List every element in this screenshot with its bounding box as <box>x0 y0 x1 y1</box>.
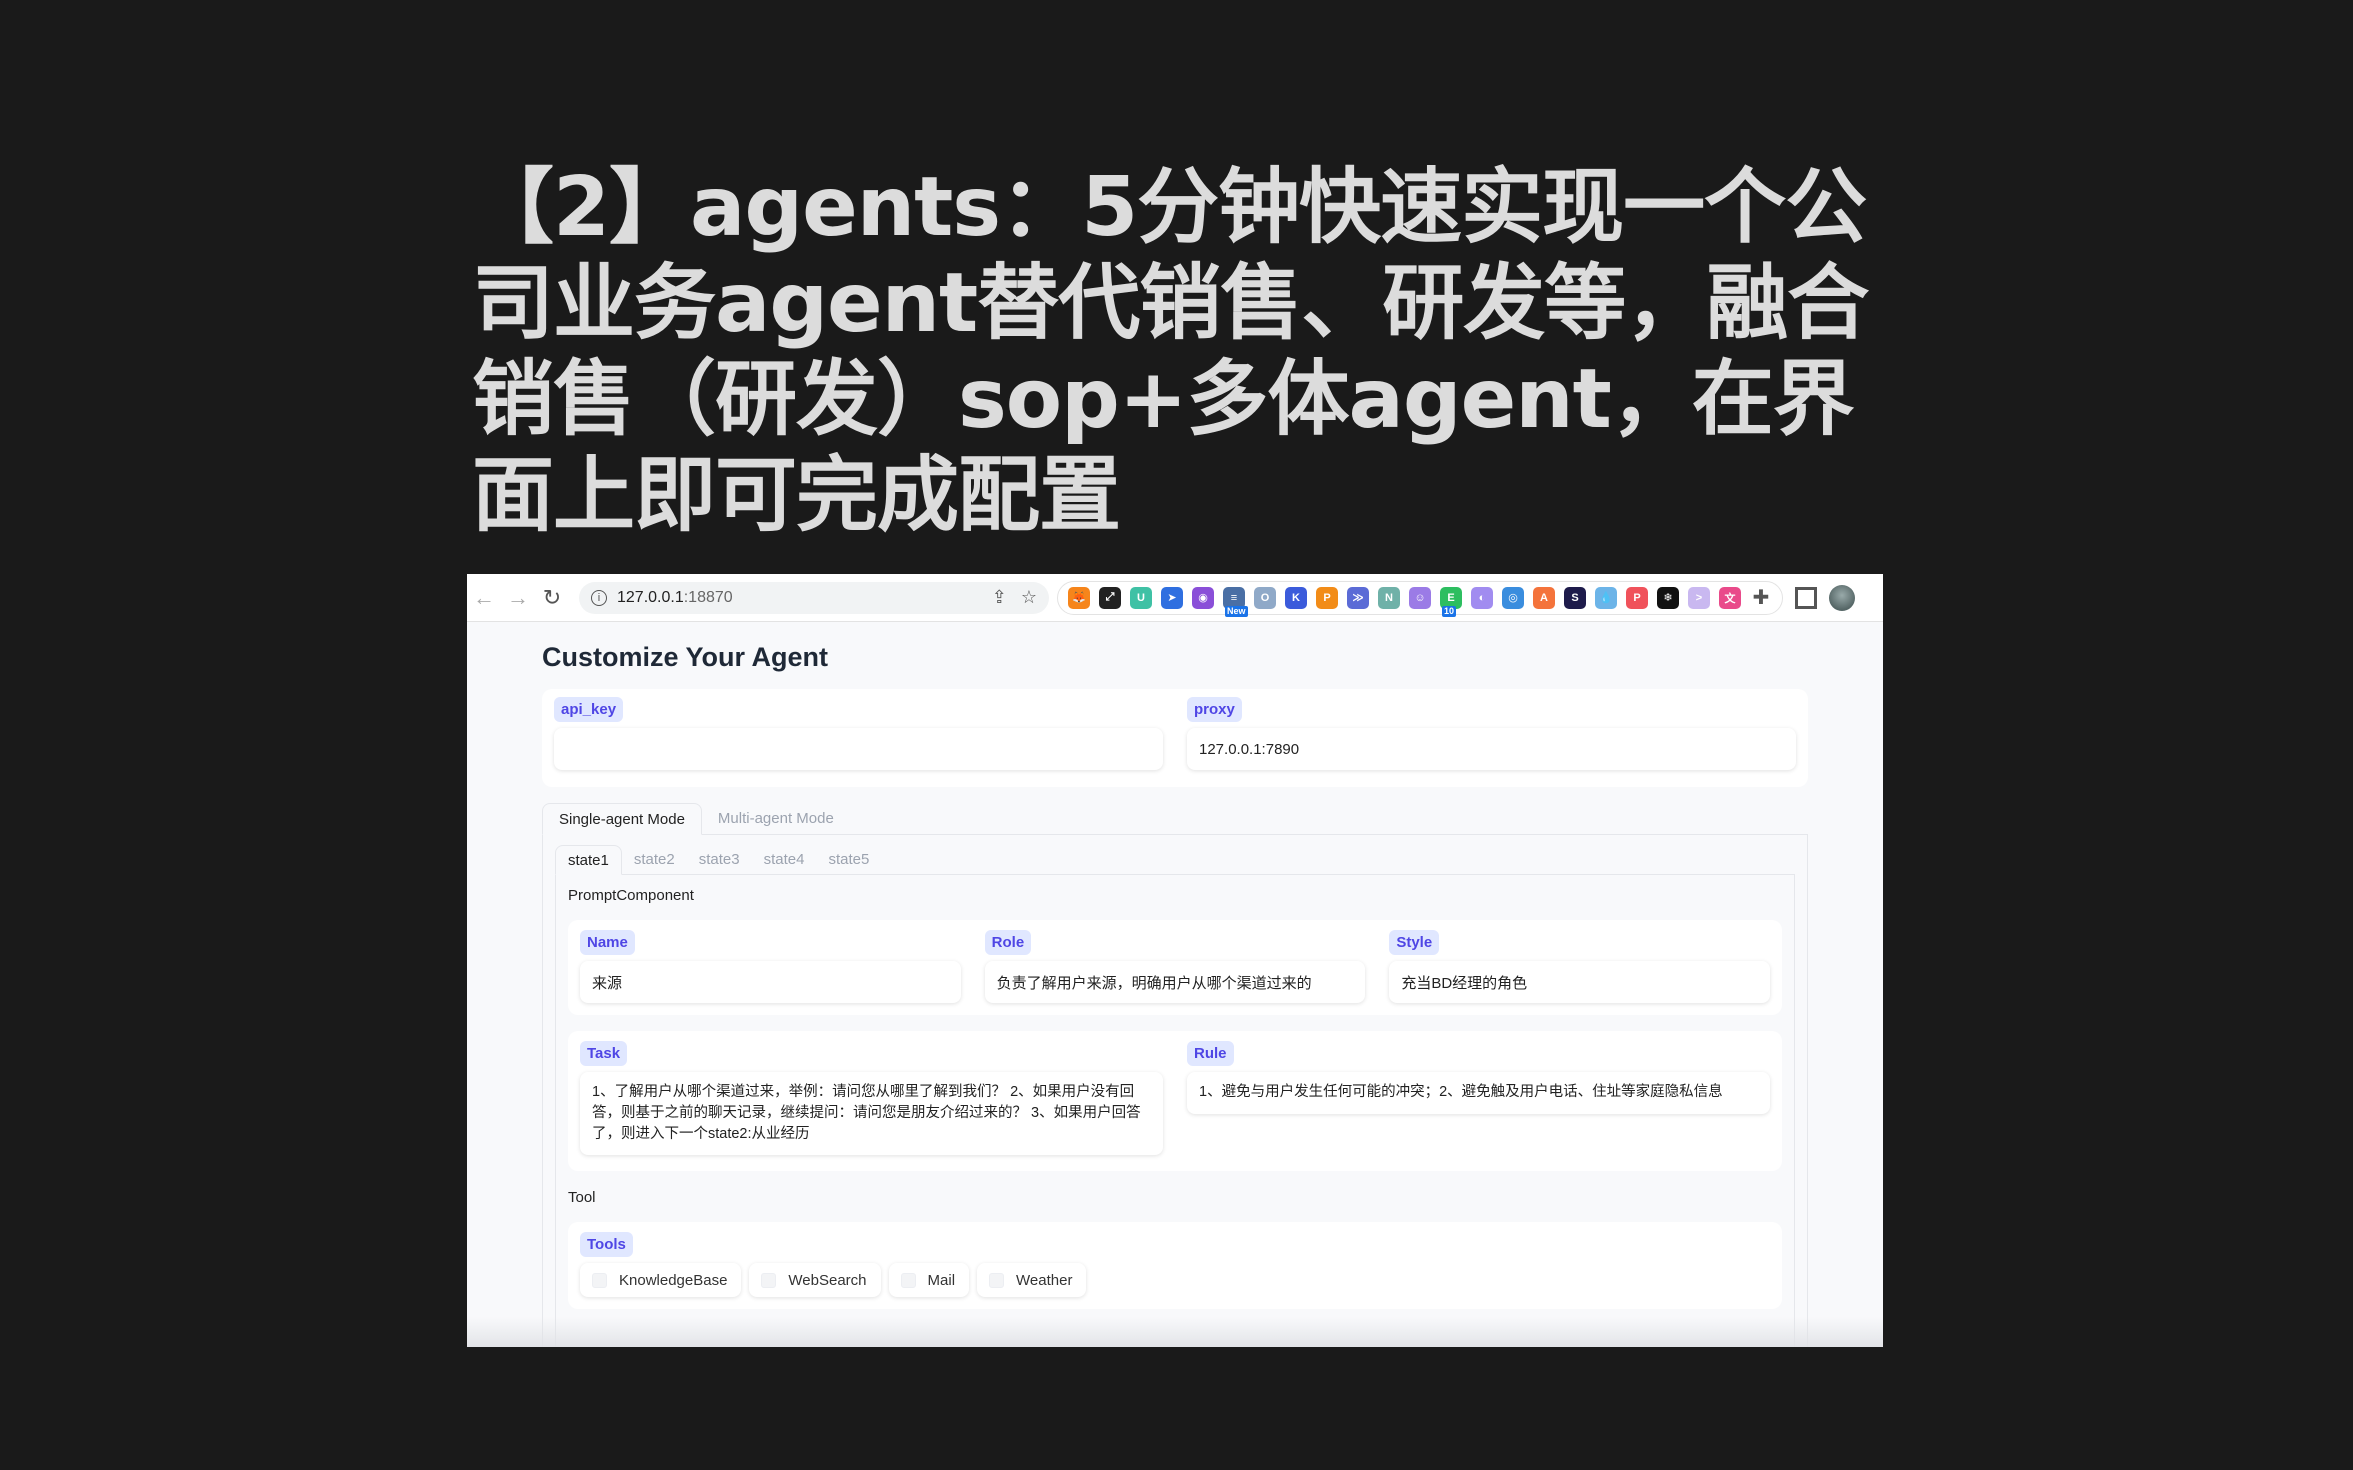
url-port: :18870 <box>683 588 733 606</box>
name-field: Name 来源 <box>580 930 961 1003</box>
single-agent-panel: state1 state2 state3 state4 state5 Promp… <box>542 835 1808 1347</box>
proxy-input[interactable]: 127.0.0.1:7890 <box>1187 728 1796 770</box>
role-field: Role 负责了解用户来源，明确用户从哪个渠道过来的 <box>984 930 1366 1003</box>
task-field: Task 1、了解用户从哪个渠道过来，举例：请问您从哪里了解到我们？ 2、如果用… <box>580 1041 1163 1159</box>
ext-snowflake-extension-icon[interactable]: ❄ <box>1657 586 1679 609</box>
tab-state3[interactable]: state3 <box>687 845 752 874</box>
tab-multi-agent-mode[interactable]: Multi-agent Mode <box>702 803 850 834</box>
role-label: Role <box>984 930 1032 955</box>
tool-option-weather[interactable]: Weather <box>977 1263 1087 1297</box>
mode-tabs: Single-agent Mode Multi-agent Mode <box>542 803 1808 835</box>
ext-new-extension-icon[interactable]: ≡ New <box>1223 586 1248 617</box>
ext-n-extension-icon[interactable]: N <box>1378 586 1400 609</box>
websearch-checkbox[interactable] <box>761 1272 777 1288</box>
ext-purple-face-extension-icon[interactable]: ☺ <box>1409 586 1431 609</box>
task-label: Task <box>580 1041 628 1066</box>
headline-title: 【2】agents：5分钟快速实现一个公司业务agent替代销售、研发等，融合销… <box>472 160 1869 543</box>
api-key-field: api_key <box>554 697 1163 779</box>
rule-textarea[interactable]: 1、避免与用户发生任何可能的冲突；2、避免触及用户电话、住址等家庭隐私信息 <box>1187 1072 1770 1114</box>
style-label: Style <box>1389 930 1440 955</box>
address-bar[interactable]: i 127.0.0.1:18870 ⇪ ☆ <box>579 581 1049 614</box>
style-field: Style 充当BD经理的角色 <box>1389 930 1771 1003</box>
task-rule-card: Task 1、了解用户从哪个渠道过来，举例：请问您从哪里了解到我们？ 2、如果用… <box>568 1031 1782 1171</box>
tool-option-websearch[interactable]: WebSearch <box>749 1263 881 1297</box>
translate-extension-icon[interactable]: 文 <box>1719 586 1741 609</box>
rule-label: Rule <box>1187 1041 1234 1066</box>
api-key-label: api_key <box>554 697 624 722</box>
tab-state1[interactable]: state1 <box>555 845 622 875</box>
metamask-extension-icon[interactable]: 🦊 <box>1068 586 1090 609</box>
ext-ghost-extension-icon[interactable]: ◐ <box>1471 586 1493 609</box>
weather-label: Weather <box>1016 1271 1073 1289</box>
state-tabs: state1 state2 state3 state4 state5 <box>555 845 1795 875</box>
tool-option-knowledgebase[interactable]: KnowledgeBase <box>580 1263 742 1297</box>
extensions-bar: 🦊 ⤢ U ➤ ◉ ≡ New O K P ≫ N ☺ E 10 ◐ ◎ A S 💧 P ❄ > 文 ✚ <box>1057 580 1783 617</box>
ext-dark-s-extension-icon[interactable]: S <box>1564 586 1586 609</box>
site-info-icon[interactable]: i <box>591 589 607 606</box>
browser-window: ← → ↻ i 127.0.0.1:18870 ⇪ ☆ 🦊 ⤢ U ➤ ◉ ≡ New O K P… <box>467 574 1883 1347</box>
side-panel-icon[interactable] <box>1795 586 1817 609</box>
profile-avatar[interactable] <box>1829 584 1855 611</box>
weather-checkbox[interactable] <box>989 1272 1005 1288</box>
api-key-input[interactable] <box>554 728 1163 770</box>
name-input[interactable]: 来源 <box>580 961 961 1003</box>
ext-drop-extension-icon[interactable]: 💧 <box>1595 586 1617 609</box>
forward-icon[interactable]: → <box>501 585 535 611</box>
ext-dark-1-extension-icon[interactable]: ⤢ <box>1099 586 1121 609</box>
knowledgebase-checkbox[interactable] <box>592 1272 607 1288</box>
rule-field: Rule 1、避免与用户发生任何可能的冲突；2、避免触及用户电话、住址等家庭隐私… <box>1187 1041 1770 1159</box>
ext-red-p-extension-icon[interactable]: P <box>1626 586 1648 609</box>
bottom-shadow <box>467 1317 1883 1347</box>
extension-badge: 10 <box>1442 605 1457 617</box>
bookmark-star-icon[interactable]: ☆ <box>1021 587 1037 608</box>
tab-state2[interactable]: state2 <box>622 845 687 874</box>
ext-face-extension-icon[interactable]: > <box>1688 586 1710 609</box>
mail-checkbox[interactable] <box>900 1272 916 1288</box>
tools-label: Tools <box>580 1232 633 1257</box>
ext-orange-p-extension-icon[interactable]: P <box>1316 586 1338 609</box>
ext-orange-a-extension-icon[interactable]: A <box>1533 586 1555 609</box>
reload-icon[interactable]: ↻ <box>535 585 569 611</box>
extensions-puzzle-icon[interactable]: ✚ <box>1750 587 1772 609</box>
prompt-basics-card: Name 来源 Role 负责了解用户来源，明确用户从哪个渠道过来的 Style… <box>568 920 1782 1015</box>
proxy-label: proxy <box>1187 697 1242 722</box>
name-label: Name <box>580 930 635 955</box>
proxy-field: proxy 127.0.0.1:7890 <box>1187 697 1796 779</box>
browser-toolbar: ← → ↻ i 127.0.0.1:18870 ⇪ ☆ 🦊 ⤢ U ➤ ◉ ≡ New O K P… <box>467 574 1883 622</box>
ext-chevrons-extension-icon[interactable]: ≫ <box>1347 586 1369 609</box>
tools-card: Tools KnowledgeBase WebSearch Mail Weath… <box>568 1222 1782 1309</box>
tool-option-mail[interactable]: Mail <box>888 1263 970 1297</box>
page-title: Customize Your Agent <box>542 642 829 672</box>
tools-checkbox-group: KnowledgeBase WebSearch Mail Weather <box>580 1263 1770 1297</box>
ext-rainbow-extension-icon[interactable]: ◉ <box>1192 586 1214 609</box>
tool-heading: Tool <box>568 1189 596 1206</box>
ext-blue-send-extension-icon[interactable]: ➤ <box>1161 586 1183 609</box>
prompt-component-heading: PromptComponent <box>568 887 694 904</box>
tab-single-agent-mode[interactable]: Single-agent Mode <box>542 803 702 835</box>
extension-badge: New <box>1225 605 1248 617</box>
evernote-extension-icon[interactable]: E 10 <box>1440 586 1462 617</box>
uno-extension-icon[interactable]: U <box>1130 586 1152 609</box>
task-textarea[interactable]: 1、了解用户从哪个渠道过来，举例：请问您从哪里了解到我们？ 2、如果用户没有回答… <box>580 1072 1163 1155</box>
back-icon[interactable]: ← <box>467 585 501 611</box>
websearch-label: WebSearch <box>788 1271 867 1289</box>
credentials-card: api_key proxy 127.0.0.1:7890 <box>542 689 1808 787</box>
mail-label: Mail <box>927 1271 956 1289</box>
ext-ring-extension-icon[interactable]: O <box>1254 586 1276 609</box>
share-icon[interactable]: ⇪ <box>992 587 1007 608</box>
knowledgebase-label: KnowledgeBase <box>619 1271 728 1289</box>
tab-state4[interactable]: state4 <box>752 845 817 874</box>
style-input[interactable]: 充当BD经理的角色 <box>1389 961 1771 1003</box>
kimi-extension-icon[interactable]: K <box>1285 586 1307 609</box>
state1-panel: PromptComponent Name 来源 Role 负责了解用户来源，明确… <box>555 875 1795 1347</box>
agent-config-page: Customize Your Agent api_key proxy 127.0… <box>467 622 1883 1347</box>
role-input[interactable]: 负责了解用户来源，明确用户从哪个渠道过来的 <box>984 961 1366 1003</box>
ext-blue-ring-extension-icon[interactable]: ◎ <box>1502 586 1524 609</box>
tab-state5[interactable]: state5 <box>817 845 882 874</box>
url-host: 127.0.0.1 <box>617 588 684 606</box>
